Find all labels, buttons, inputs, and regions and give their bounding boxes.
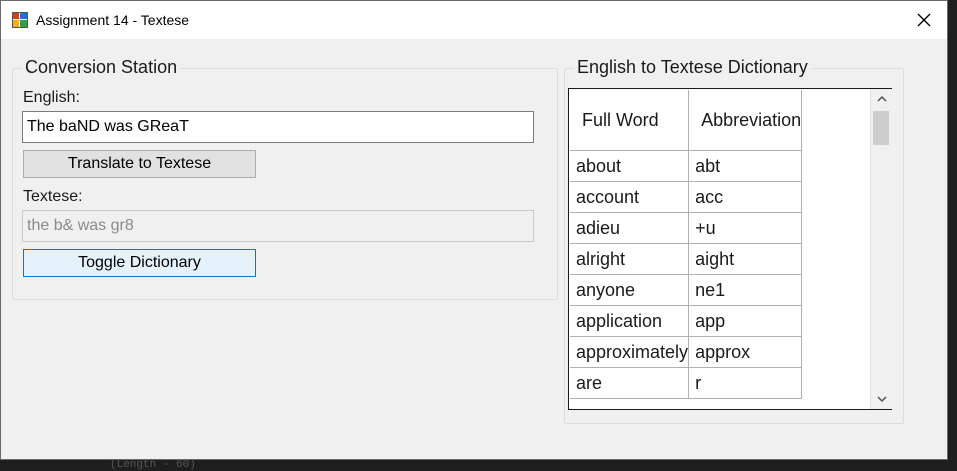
table-row[interactable]: application app	[570, 305, 803, 337]
background-code-hint: (Length - 60)	[110, 459, 196, 471]
cell-full-word[interactable]: are	[570, 367, 690, 399]
app-window-icon	[12, 12, 28, 28]
cell-full-word[interactable]: about	[570, 150, 690, 182]
chevron-down-icon	[876, 396, 887, 403]
cell-abbreviation[interactable]: aight	[688, 243, 803, 275]
cell-full-word[interactable]: anyone	[570, 274, 690, 306]
table-row[interactable]: about abt	[570, 150, 803, 182]
cell-abbreviation[interactable]: approx	[688, 336, 803, 368]
cell-full-word[interactable]: account	[570, 181, 690, 213]
close-icon	[917, 13, 931, 27]
cell-abbreviation[interactable]: abt	[688, 150, 803, 182]
cell-abbreviation[interactable]: r	[688, 367, 803, 399]
dictionary-grid[interactable]: Full Word Abbreviation about abt account…	[568, 88, 892, 410]
translate-button[interactable]: Translate to Textese	[23, 150, 256, 178]
textese-label: Textese:	[23, 188, 83, 205]
scroll-thumb[interactable]	[873, 111, 889, 145]
window-title: Assignment 14 - Textese	[36, 12, 190, 28]
english-label: English:	[23, 89, 80, 106]
column-header-abbreviation[interactable]: Abbreviation	[688, 90, 803, 151]
table-row[interactable]: are r	[570, 367, 803, 399]
table-row[interactable]: adieu +u	[570, 212, 803, 244]
textese-output: the b& was gr8	[22, 210, 534, 242]
conversion-station-title: Conversion Station	[22, 57, 181, 78]
toggle-dictionary-button[interactable]: Toggle Dictionary	[23, 249, 256, 277]
dictionary-scrollbar[interactable]	[870, 89, 892, 409]
table-row[interactable]: approximately approx	[570, 336, 803, 368]
cell-abbreviation[interactable]: ne1	[688, 274, 803, 306]
main-window: Assignment 14 - Textese Conversion Stati…	[0, 0, 948, 460]
scroll-down-button[interactable]	[871, 389, 892, 409]
title-bar: Assignment 14 - Textese	[1, 1, 947, 39]
english-input[interactable]: The baND was GReaT	[22, 111, 534, 143]
dictionary-table: Full Word Abbreviation about abt account…	[570, 90, 803, 399]
cell-abbreviation[interactable]: +u	[688, 212, 803, 244]
close-button[interactable]	[901, 1, 947, 39]
column-header-full-word[interactable]: Full Word	[570, 90, 690, 151]
cell-full-word[interactable]: application	[570, 305, 690, 337]
cell-full-word[interactable]: approximately	[570, 336, 690, 368]
cell-abbreviation[interactable]: app	[688, 305, 803, 337]
dictionary-title: English to Textese Dictionary	[574, 57, 811, 78]
cell-full-word[interactable]: adieu	[570, 212, 690, 244]
cell-full-word[interactable]: alright	[570, 243, 690, 275]
chevron-up-icon	[876, 95, 887, 102]
table-row[interactable]: alright aight	[570, 243, 803, 275]
table-row[interactable]: account acc	[570, 181, 803, 213]
table-row[interactable]: anyone ne1	[570, 274, 803, 306]
scroll-up-button[interactable]	[871, 89, 892, 109]
table-header-row: Full Word Abbreviation	[570, 90, 803, 151]
cell-abbreviation[interactable]: acc	[688, 181, 803, 213]
